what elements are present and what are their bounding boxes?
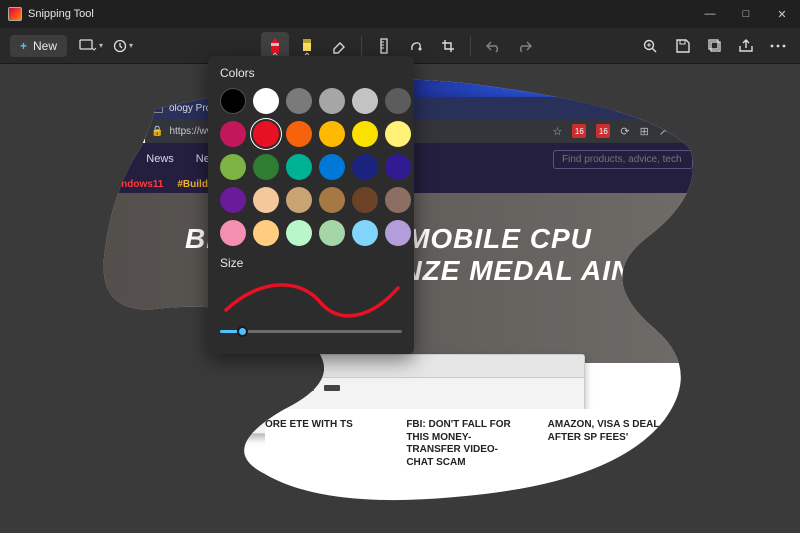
color-swatch[interactable] [286,121,312,147]
color-swatch[interactable] [352,88,378,114]
color-swatch[interactable] [286,220,312,246]
crop-button[interactable] [434,32,462,60]
colors-heading: Colors [220,66,402,80]
copy-button[interactable] [700,32,728,60]
app-title: Snipping Tool [28,8,94,20]
share-button[interactable] [732,32,760,60]
lock-icon: 🔒 [151,126,163,137]
color-swatch[interactable] [253,220,279,246]
nav-link: News [146,153,174,165]
color-swatches [220,88,402,246]
extension-icon: 16 [596,124,610,138]
menu-icon: ⋯ [678,125,689,138]
color-swatch[interactable] [319,187,345,213]
color-swatch[interactable] [319,154,345,180]
snip-mode-dropdown[interactable]: ▾ [77,32,105,60]
color-swatch[interactable] [253,121,279,147]
title-bar: Snipping Tool — □ ✕ [0,0,800,28]
new-label: New [33,39,57,53]
chevron-down-icon: ▾ [129,41,133,50]
color-swatch[interactable] [286,187,312,213]
color-swatch[interactable] [286,154,312,180]
tag: Windows11 [109,179,163,190]
site-search-input [553,150,693,169]
article-cards: ORE ETE WITH TS FBI: DON'T FALL FOR THIS… [265,409,665,489]
color-swatch[interactable] [352,121,378,147]
more-button[interactable] [764,32,792,60]
color-swatch[interactable] [253,88,279,114]
size-heading: Size [220,256,402,270]
close-button[interactable]: ✕ [764,0,800,28]
new-snip-button[interactable]: + New [10,35,67,57]
color-swatch[interactable] [352,220,378,246]
separator [470,36,471,56]
size-slider[interactable] [220,324,402,338]
minimize-button[interactable]: — [692,0,728,28]
hero-text: NZE MEDAL AIN'T [401,255,658,286]
pen-options-popover: Colors Size [208,56,414,354]
color-swatch[interactable] [220,121,246,147]
color-swatch[interactable] [220,220,246,246]
save-button[interactable] [668,32,696,60]
share-icon: ↗ [659,125,668,138]
color-swatch[interactable] [253,154,279,180]
color-swatch[interactable] [220,88,246,114]
zoom-button[interactable] [636,32,664,60]
color-swatch[interactable] [286,88,312,114]
stroke-preview [220,274,402,320]
undo-button[interactable] [479,32,507,60]
color-swatch[interactable] [385,187,411,213]
collections-icon: ⊞ [640,125,649,138]
article-card: ORE ETE WITH TS [265,419,382,469]
delay-dropdown[interactable]: ▾ [109,32,137,60]
favorite-icon: ☆ [552,125,562,138]
redo-button[interactable] [511,32,539,60]
slider-thumb[interactable] [237,326,248,337]
separator [361,36,362,56]
color-swatch[interactable] [385,220,411,246]
chevron-down-icon: ▾ [99,41,103,50]
refresh-icon: ⟳ [620,125,629,138]
favicon [153,103,163,113]
color-swatch[interactable] [385,88,411,114]
color-swatch[interactable] [352,154,378,180]
color-swatch[interactable] [319,121,345,147]
nav-link: -To [109,153,124,165]
article-card: AMAZON, VISA S DEAL AFTER SP FEES' [548,419,665,469]
plus-icon: + [20,39,27,53]
maximize-button[interactable]: □ [728,0,764,28]
color-swatch[interactable] [385,154,411,180]
article-card: FBI: DON'T FALL FOR THIS MONEY-TRANSFER … [406,419,523,469]
color-swatch[interactable] [319,220,345,246]
hero-text: MOBILE CPU [406,223,592,254]
color-swatch[interactable] [253,187,279,213]
color-swatch[interactable] [352,187,378,213]
color-swatch[interactable] [220,187,246,213]
color-swatch[interactable] [385,121,411,147]
app-icon [8,7,22,21]
color-swatch[interactable] [220,154,246,180]
extension-icon: 16 [572,124,586,138]
color-swatch[interactable] [319,88,345,114]
